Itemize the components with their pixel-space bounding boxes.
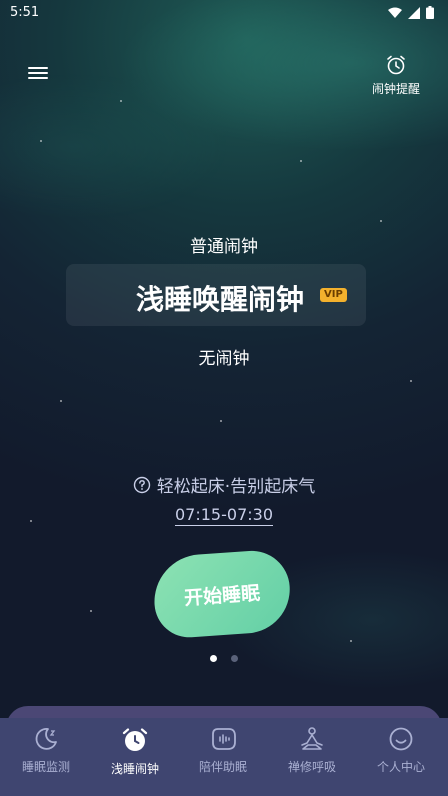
time-range-text: 07:15-07:30 <box>175 505 273 526</box>
sound-wave-icon <box>212 728 236 750</box>
mode-light-sleep-label: 浅睡唤醒闹钟 <box>136 283 305 316</box>
smile-icon <box>389 727 413 751</box>
status-bar: 5:51 <box>0 0 448 26</box>
nav-item-light-alarm[interactable]: 浅睡闹钟 <box>91 726 179 777</box>
alarm-clock-icon <box>122 728 148 751</box>
time-range[interactable]: 07:15-07:30 <box>0 505 448 526</box>
nav-item-label: 个人中心 <box>376 760 425 774</box>
signal-icon <box>408 6 420 19</box>
pagination-dots <box>0 655 448 662</box>
mode-light-sleep-alarm[interactable]: 浅睡唤醒闹钟 VIP <box>66 264 366 326</box>
alarm-reminder-label: 闹钟提醒 <box>371 82 420 96</box>
mode-no-alarm[interactable]: 无闹钟 <box>0 344 448 369</box>
vip-badge: VIP <box>320 288 347 302</box>
menu-button[interactable] <box>28 64 48 84</box>
tagline: 轻松起床·告别起床气 <box>0 472 448 497</box>
nav-item-label: 陪伴助眠 <box>198 760 247 774</box>
nav-item-companion-sleep[interactable]: 陪伴助眠 <box>179 726 267 775</box>
nav-item-profile[interactable]: 个人中心 <box>357 726 445 775</box>
pagination-dot[interactable] <box>210 655 217 662</box>
wifi-icon <box>388 7 402 18</box>
menu-icon <box>28 67 48 69</box>
help-icon[interactable] <box>133 476 151 494</box>
moon-icon <box>35 728 57 750</box>
status-time: 5:51 <box>10 5 40 20</box>
alarm-clock-icon <box>387 55 405 75</box>
alarm-reminder-button[interactable]: 闹钟提醒 <box>366 54 426 97</box>
nav-item-meditation[interactable]: 禅修呼吸 <box>268 726 356 775</box>
battery-icon <box>426 6 434 19</box>
status-icons <box>388 6 434 19</box>
tagline-text: 轻松起床·告别起床气 <box>156 477 316 497</box>
nav-item-label: 浅睡闹钟 <box>110 762 159 776</box>
screen: 5:51 闹钟提醒 普通闹钟 浅睡唤醒闹钟 VIP 无闹钟 轻松起床·告别起床气… <box>0 0 448 796</box>
meditation-icon <box>301 727 323 750</box>
nav-item-label: 睡眠监测 <box>21 760 70 774</box>
nav-item-sleep-monitor[interactable]: 睡眠监测 <box>2 726 90 775</box>
pagination-dot[interactable] <box>231 655 238 662</box>
mode-normal-alarm[interactable]: 普通闹钟 <box>0 232 448 257</box>
nav-item-label: 禅修呼吸 <box>287 760 336 774</box>
